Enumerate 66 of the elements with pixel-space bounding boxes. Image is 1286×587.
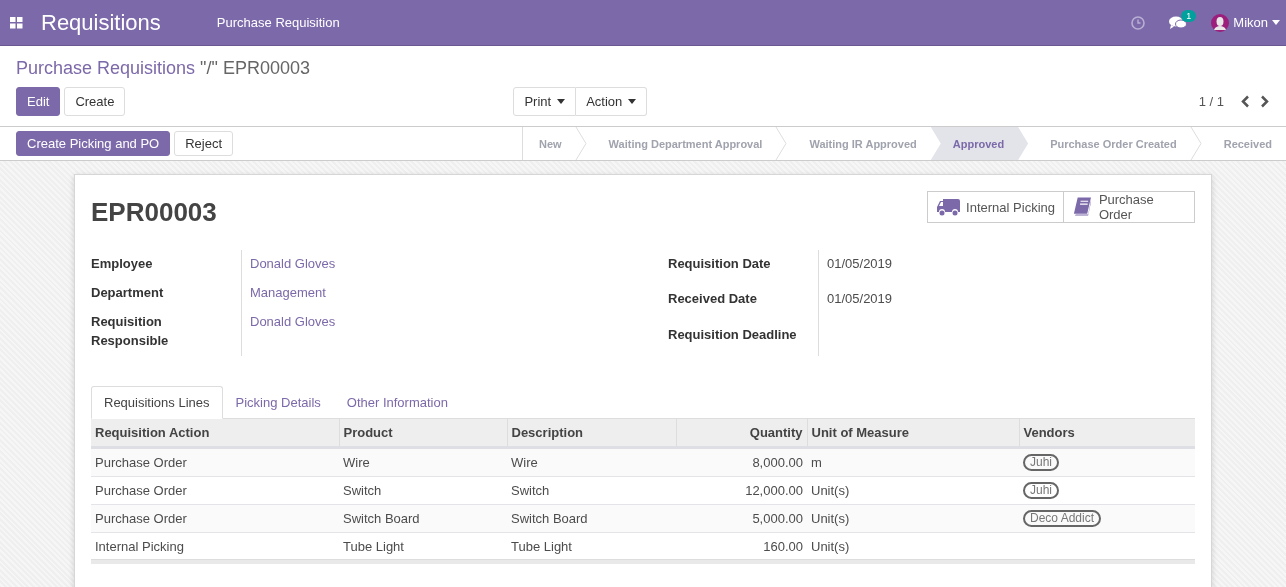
tab[interactable]: Requisitions Lines	[91, 386, 223, 419]
pager-counter: 1 / 1	[1198, 93, 1224, 109]
field-label: Requisition Responsible	[91, 313, 170, 350]
book-icon	[1072, 196, 1093, 218]
status-step[interactable]: New	[523, 127, 576, 160]
status-step[interactable]: Received	[1201, 127, 1286, 160]
status-step[interactable]: Waiting Department Approval	[586, 127, 777, 160]
vendor-tag: Juhi	[1023, 482, 1059, 499]
field-label: Received Date	[668, 290, 758, 309]
table-cell: Purchase Order	[91, 447, 339, 477]
field-label: Requisition Deadline	[668, 325, 798, 344]
field-value[interactable]: Management	[241, 279, 618, 308]
previous-button[interactable]	[1240, 94, 1250, 108]
column-header[interactable]: Description	[507, 419, 676, 448]
field-label: Employee	[91, 255, 154, 273]
message-count-badge: 1	[1181, 9, 1197, 22]
create-button[interactable]: Create	[64, 86, 126, 116]
record-title: EPR00003	[91, 197, 217, 228]
chevron-icon	[1189, 127, 1202, 160]
column-header[interactable]: Vendors	[1019, 419, 1195, 448]
status-step[interactable]: Purchase Order Created	[1028, 127, 1191, 160]
dropdown-button[interactable]: Action	[576, 86, 648, 116]
dropdown-button[interactable]: Print	[513, 86, 577, 116]
status-step[interactable]: Waiting IR Approved	[787, 127, 931, 160]
column-header[interactable]: Product	[339, 419, 507, 448]
field-label: Requisition Date	[668, 255, 772, 273]
caret-icon	[557, 98, 566, 104]
field-label: Department	[91, 284, 165, 302]
table-cell: Wire	[507, 447, 676, 477]
field-value[interactable]: Donald Gloves	[241, 250, 618, 279]
menu-item[interactable]: Purchase Requisition	[216, 15, 340, 30]
table-cell: Switch Board	[507, 504, 676, 533]
column-header[interactable]: Requisition Action	[91, 419, 339, 448]
tab[interactable]: Picking Details	[222, 386, 334, 419]
table-cell: 8,000.00	[676, 447, 807, 477]
status-step[interactable]: Approved	[930, 127, 1029, 160]
field-value[interactable]: Donald Gloves	[241, 308, 618, 356]
chevron-icon	[574, 127, 587, 160]
table-cell: Wire	[339, 447, 507, 477]
create-picking-button[interactable]: Create Picking and PO	[16, 131, 171, 156]
table-cell: m	[807, 447, 1019, 477]
table-cell: Unit(s)	[807, 504, 1019, 533]
next-button[interactable]	[1260, 94, 1270, 108]
app-title: Requisitions	[41, 9, 161, 36]
column-header[interactable]: Unit of Measure	[807, 419, 1019, 448]
truck-icon	[936, 197, 961, 217]
table-cell: Switch Board	[339, 504, 507, 533]
chevron-icon	[775, 127, 788, 160]
vendor-tag: Deco Addict	[1023, 510, 1102, 527]
field-value: 01/05/2019	[818, 285, 1195, 321]
apps-icon[interactable]	[10, 16, 23, 29]
tab[interactable]: Other Information	[333, 386, 461, 419]
vendor-tag: Juhi	[1023, 454, 1059, 471]
reject-button[interactable]: Reject	[174, 131, 234, 156]
breadcrumb-current: EPR00003	[222, 58, 310, 79]
field-value: 01/05/2019	[818, 250, 1195, 286]
breadcrumb-link[interactable]: Purchase Requisitions	[16, 58, 196, 79]
caret-icon	[628, 98, 637, 104]
table-cell: Purchase Order	[91, 504, 339, 533]
user-name[interactable]: Mikon	[1233, 15, 1268, 30]
table-cell: 5,000.00	[676, 504, 807, 533]
breadcrumb-separator: "/"	[200, 58, 218, 79]
avatar-icon[interactable]	[1211, 13, 1230, 32]
edit-button[interactable]: Edit	[16, 86, 61, 116]
column-header[interactable]: Quantity	[676, 419, 807, 448]
caret-icon[interactable]	[1272, 20, 1280, 25]
